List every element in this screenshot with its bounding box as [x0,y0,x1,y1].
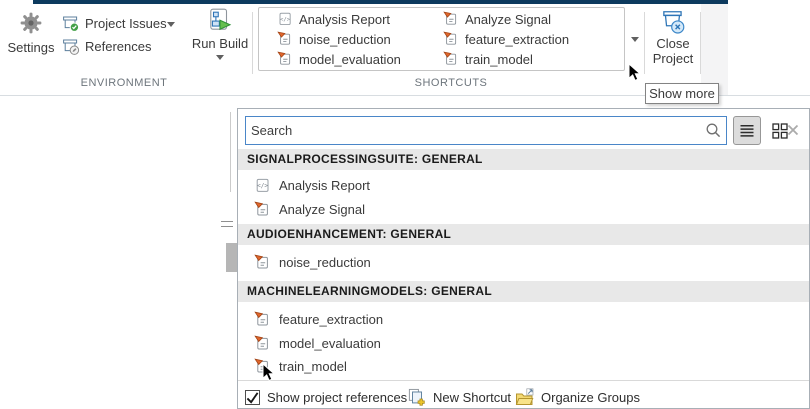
search-field-wrap [245,116,727,145]
settings-label: Settings [4,40,58,55]
gallery-item-analyze-signal[interactable]: Analyze Signal [443,9,569,29]
show-project-references-checkbox[interactable]: Show project references [245,385,407,409]
shortcut-icon [254,201,271,218]
popup-item-analysis-report[interactable]: </> Analysis Report [254,174,370,196]
gallery-item-label: Analyze Signal [465,12,551,27]
references-button[interactable]: References [61,37,151,56]
organize-groups-icon [515,388,534,407]
organize-groups-label: Organize Groups [541,390,640,405]
group-header: SIGNALPROCESSINGSUITE: GENERAL [238,149,809,170]
gallery-item-feature-extraction[interactable]: feature_extraction [443,29,569,49]
close-icon [787,124,799,136]
svg-text:</>: </> [280,17,291,23]
references-label: References [85,39,151,54]
run-build-button[interactable]: Run Build [188,7,252,60]
close-project-label-1: Close [646,36,700,51]
project-issues-dropdown-arrow[interactable] [167,22,175,27]
popup-item-label: feature_extraction [279,312,383,327]
ribbon-separator [700,12,701,74]
close-project-icon [659,8,687,36]
checkmark-icon [246,391,259,404]
shortcut-icon [443,51,459,67]
project-issues-label: Project Issues [85,16,167,31]
new-shortcut-icon [407,388,426,407]
shortcuts-popup: SIGNALPROCESSINGSUITE: GENERAL </> Analy… [237,108,810,409]
shortcuts-gallery: </> Analysis Report noise_reduction m [258,7,625,71]
environment-section-label: ENVIRONMENT [59,77,189,89]
gallery-item-label: train_model [465,52,533,67]
mouse-cursor [262,363,276,383]
background-splitter-grip [221,221,233,227]
gallery-item-model-evaluation[interactable]: model_evaluation [277,49,401,69]
gallery-item-label: Analysis Report [299,12,390,27]
shortcut-icon [254,335,271,352]
shortcut-icon [277,51,293,67]
popup-item-noise-reduction[interactable]: noise_reduction [254,251,371,273]
gallery-item-label: noise_reduction [299,32,391,47]
list-view-icon [739,123,755,139]
shortcut-icon [277,31,293,47]
popup-item-label: Analysis Report [279,178,370,193]
popup-item-label: train_model [279,359,347,374]
shortcut-icon [254,254,271,271]
shortcut-icon [443,11,459,27]
search-input[interactable] [245,116,727,145]
gallery-item-train-model[interactable]: train_model [443,49,569,69]
project-issues-button[interactable]: Project Issues [61,14,167,33]
run-build-label: Run Build [188,36,252,51]
gallery-item-analysis-report[interactable]: </> Analysis Report [277,9,401,29]
popup-item-feature-extraction[interactable]: feature_extraction [254,308,383,330]
app-window: Settings Project Issues References Run [0,0,810,409]
group-header: MACHINELEARNINGMODELS: GENERAL [238,281,809,302]
references-icon [61,37,80,56]
group-header: AUDIOENHANCEMENT: GENERAL [238,224,809,245]
svg-text:</>: </> [257,182,268,189]
gallery-item-label: model_evaluation [299,52,401,67]
popup-item-label: noise_reduction [279,255,371,270]
popup-item-label: Analyze Signal [279,202,365,217]
project-issues-icon [61,14,80,33]
background-panel-edge [230,112,231,192]
gallery-item-noise-reduction[interactable]: noise_reduction [277,29,401,49]
close-project-button[interactable]: Close Project [646,8,700,66]
run-build-icon [207,7,233,33]
close-project-label-2: Project [646,51,700,66]
popup-item-model-evaluation[interactable]: model_evaluation [254,332,381,354]
list-view-button[interactable] [733,116,761,145]
popup-close-button[interactable] [783,118,803,142]
shortcuts-section-label: SHORTCUTS [386,77,516,89]
ribbon-right-fill [701,4,728,95]
new-shortcut-label: New Shortcut [433,390,511,405]
ribbon-separator [252,12,253,74]
mouse-cursor [628,63,642,83]
shortcut-icon [443,31,459,47]
show-project-references-label: Show project references [267,390,407,405]
gallery-item-label: feature_extraction [465,32,569,47]
shortcut-icon [254,311,271,328]
search-icon [705,122,722,139]
gallery-show-more-button[interactable] [626,7,644,71]
background-scrollbar-thumb[interactable] [226,243,237,272]
new-shortcut-button[interactable]: New Shortcut [407,385,511,409]
gear-icon [18,9,44,37]
show-more-tooltip: Show more [645,83,719,104]
chevron-down-icon [631,37,639,42]
popup-item-label: model_evaluation [279,336,381,351]
organize-groups-button[interactable]: Organize Groups [515,385,640,409]
report-icon: </> [254,177,271,194]
popup-item-analyze-signal[interactable]: Analyze Signal [254,198,365,220]
checkbox-checked[interactable] [245,390,260,405]
report-icon: </> [277,11,293,27]
popup-footer-divider [238,380,809,381]
settings-button[interactable]: Settings [4,9,58,55]
run-build-dropdown-arrow[interactable] [216,55,224,60]
ribbon-separator [644,12,645,74]
